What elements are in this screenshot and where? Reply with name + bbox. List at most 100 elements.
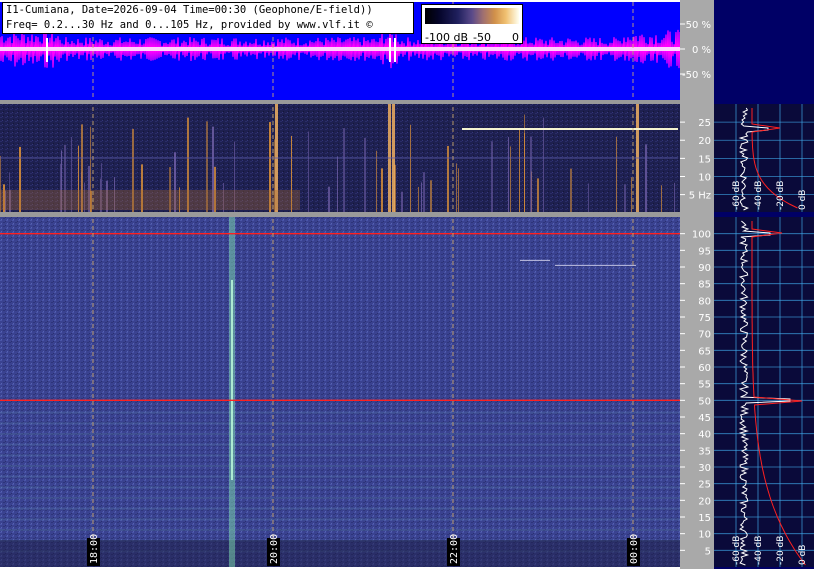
hi-tick-label-10: 50 bbox=[698, 396, 711, 407]
panel-divider-2 bbox=[0, 212, 680, 217]
high-band-2 bbox=[0, 529, 680, 531]
high-band-3 bbox=[0, 518, 680, 521]
wf-tick-label-0: 50 % bbox=[686, 20, 711, 31]
hi-tick-label-1: 95 bbox=[698, 246, 711, 257]
colorbar: -100 dB -50 0 bbox=[421, 4, 523, 44]
low-burst-54 bbox=[421, 182, 422, 212]
hi-tick-label-7: 65 bbox=[698, 346, 711, 357]
high-band-10 bbox=[0, 443, 680, 446]
spec-high-db-label-0: -60 dB bbox=[732, 536, 742, 565]
wf-tick-label-2: -50 % bbox=[682, 70, 711, 81]
spec-high-db-label-1: -40 dB bbox=[754, 536, 764, 565]
time-label-text-1: 20:00 bbox=[269, 534, 280, 564]
low-burst-46 bbox=[447, 145, 449, 212]
hi-tick-label-5: 75 bbox=[698, 313, 711, 324]
spec-low-db-label-text-3: 0 dB bbox=[798, 190, 808, 210]
low-band-glow bbox=[0, 190, 300, 210]
low-burst-21 bbox=[423, 172, 425, 212]
low-burst-37 bbox=[674, 182, 675, 212]
low-burst-59 bbox=[661, 185, 662, 212]
spec-low-db-label-3: 0 dB bbox=[798, 190, 808, 210]
spec-low-db-label-text-1: -40 dB bbox=[754, 181, 764, 210]
low-burst-10 bbox=[588, 183, 589, 212]
spec-low-db-label-2: -20 dB bbox=[776, 181, 786, 210]
spectrogram-figure: 18:00 20:00 22:00 00:00 50 % 0 % -50 % 25 20 15 10… bbox=[0, 0, 814, 569]
hi-tick-label-0: 100 bbox=[692, 230, 711, 241]
high-floor-band bbox=[0, 540, 680, 567]
hi-tick-label-11: 45 bbox=[698, 413, 711, 424]
low-burst-44 bbox=[328, 186, 330, 212]
hi-tick-label-18: 10 bbox=[698, 530, 711, 541]
high-band-11 bbox=[0, 433, 680, 435]
low-burst-42 bbox=[410, 124, 411, 212]
lo-tick-label-1: 20 bbox=[698, 136, 711, 147]
low-burst-67 bbox=[524, 133, 525, 212]
time-label-3: 00:00 bbox=[627, 534, 640, 566]
hi-tick-label-4: 80 bbox=[698, 296, 711, 307]
low-burst-68 bbox=[343, 128, 345, 212]
spectrum-high-bg bbox=[714, 217, 814, 567]
low-burst-31 bbox=[458, 168, 459, 212]
low-burst-55 bbox=[376, 150, 377, 212]
spec-high-db-label-text-3: 0 dB bbox=[798, 545, 808, 565]
low-burst-16 bbox=[543, 117, 544, 212]
lo-tick-label-2: 15 bbox=[698, 154, 711, 165]
spec-low-db-label-0: -60 dB bbox=[732, 181, 742, 210]
spec-high-db-label-2: -20 dB bbox=[776, 536, 786, 565]
colorbar-label-mid: -50 bbox=[473, 31, 491, 44]
lo-tick-label-4: 5 Hz bbox=[689, 191, 711, 202]
colorbar-gradient bbox=[425, 8, 519, 24]
spec-high-db-label-3: 0 dB bbox=[798, 545, 808, 565]
high-band-6 bbox=[0, 486, 680, 489]
low-burst-22 bbox=[491, 141, 493, 212]
high-band-4 bbox=[0, 507, 680, 510]
colorbar-label-min: -100 dB bbox=[425, 31, 468, 44]
hi-tick-label-12: 40 bbox=[698, 430, 711, 441]
low-burst-57 bbox=[401, 191, 403, 212]
low-burst-11 bbox=[530, 136, 532, 212]
time-label-0: 18:00 bbox=[87, 534, 100, 566]
low-burst-18 bbox=[537, 178, 539, 212]
spectrogram-high-panel bbox=[0, 217, 680, 567]
low-burst-12 bbox=[308, 131, 309, 212]
spec-low-db-label-text-2: -20 dB bbox=[776, 181, 786, 210]
hi-tick-label-19: 5 bbox=[705, 546, 711, 557]
high-band-5 bbox=[0, 497, 680, 499]
high-band-9 bbox=[0, 454, 680, 457]
high-band-12 bbox=[0, 422, 680, 425]
low-burst-50 bbox=[624, 184, 626, 212]
hi-tick-label-9: 55 bbox=[698, 380, 711, 391]
low-burst-69 bbox=[570, 168, 572, 212]
low-burst-43 bbox=[430, 180, 432, 212]
low-burst-0 bbox=[510, 146, 511, 212]
high-event-core bbox=[231, 280, 233, 480]
spec-high-db-label-text-1: -40 dB bbox=[754, 536, 764, 565]
low-burst-17 bbox=[616, 136, 617, 212]
hi-tick-label-3: 85 bbox=[698, 280, 711, 291]
hi-tick-label-8: 60 bbox=[698, 363, 711, 374]
high-band-7 bbox=[0, 475, 680, 478]
low-burst-35 bbox=[381, 168, 383, 212]
hi-tick-label-16: 20 bbox=[698, 496, 711, 507]
hi-tick-label-14: 30 bbox=[698, 463, 711, 474]
header-line-2: Freq= 0.2...30 Hz and 0...105 Hz, provid… bbox=[6, 19, 373, 31]
high-band-8 bbox=[0, 465, 680, 467]
lo-tick-label-3: 10 bbox=[698, 172, 711, 183]
vlf-spectrogram-display: 18:00 20:00 22:00 00:00 50 % 0 % -50 % 25 20 15 10… bbox=[0, 0, 815, 569]
panel-divider-1 bbox=[0, 100, 680, 104]
lo-tick-label-0: 25 bbox=[698, 118, 711, 129]
hi-tick-label-17: 15 bbox=[698, 513, 711, 524]
low-burst-52 bbox=[364, 137, 366, 212]
hi-tick-label-15: 25 bbox=[698, 480, 711, 491]
hi-tick-label-6: 70 bbox=[698, 330, 711, 341]
time-label-text-0: 18:00 bbox=[89, 534, 100, 564]
time-label-2: 22:00 bbox=[447, 534, 460, 566]
spec-high-db-label-text-0: -60 dB bbox=[732, 536, 742, 565]
high-band-13 bbox=[0, 411, 680, 414]
hi-tick-label-13: 35 bbox=[698, 446, 711, 457]
spec-low-db-label-text-0: -60 dB bbox=[732, 181, 742, 210]
low-burst-64 bbox=[631, 177, 632, 212]
spec-low-db-label-1: -40 dB bbox=[754, 181, 764, 210]
low-burst-8 bbox=[456, 163, 457, 212]
low-burst-1 bbox=[418, 186, 419, 212]
